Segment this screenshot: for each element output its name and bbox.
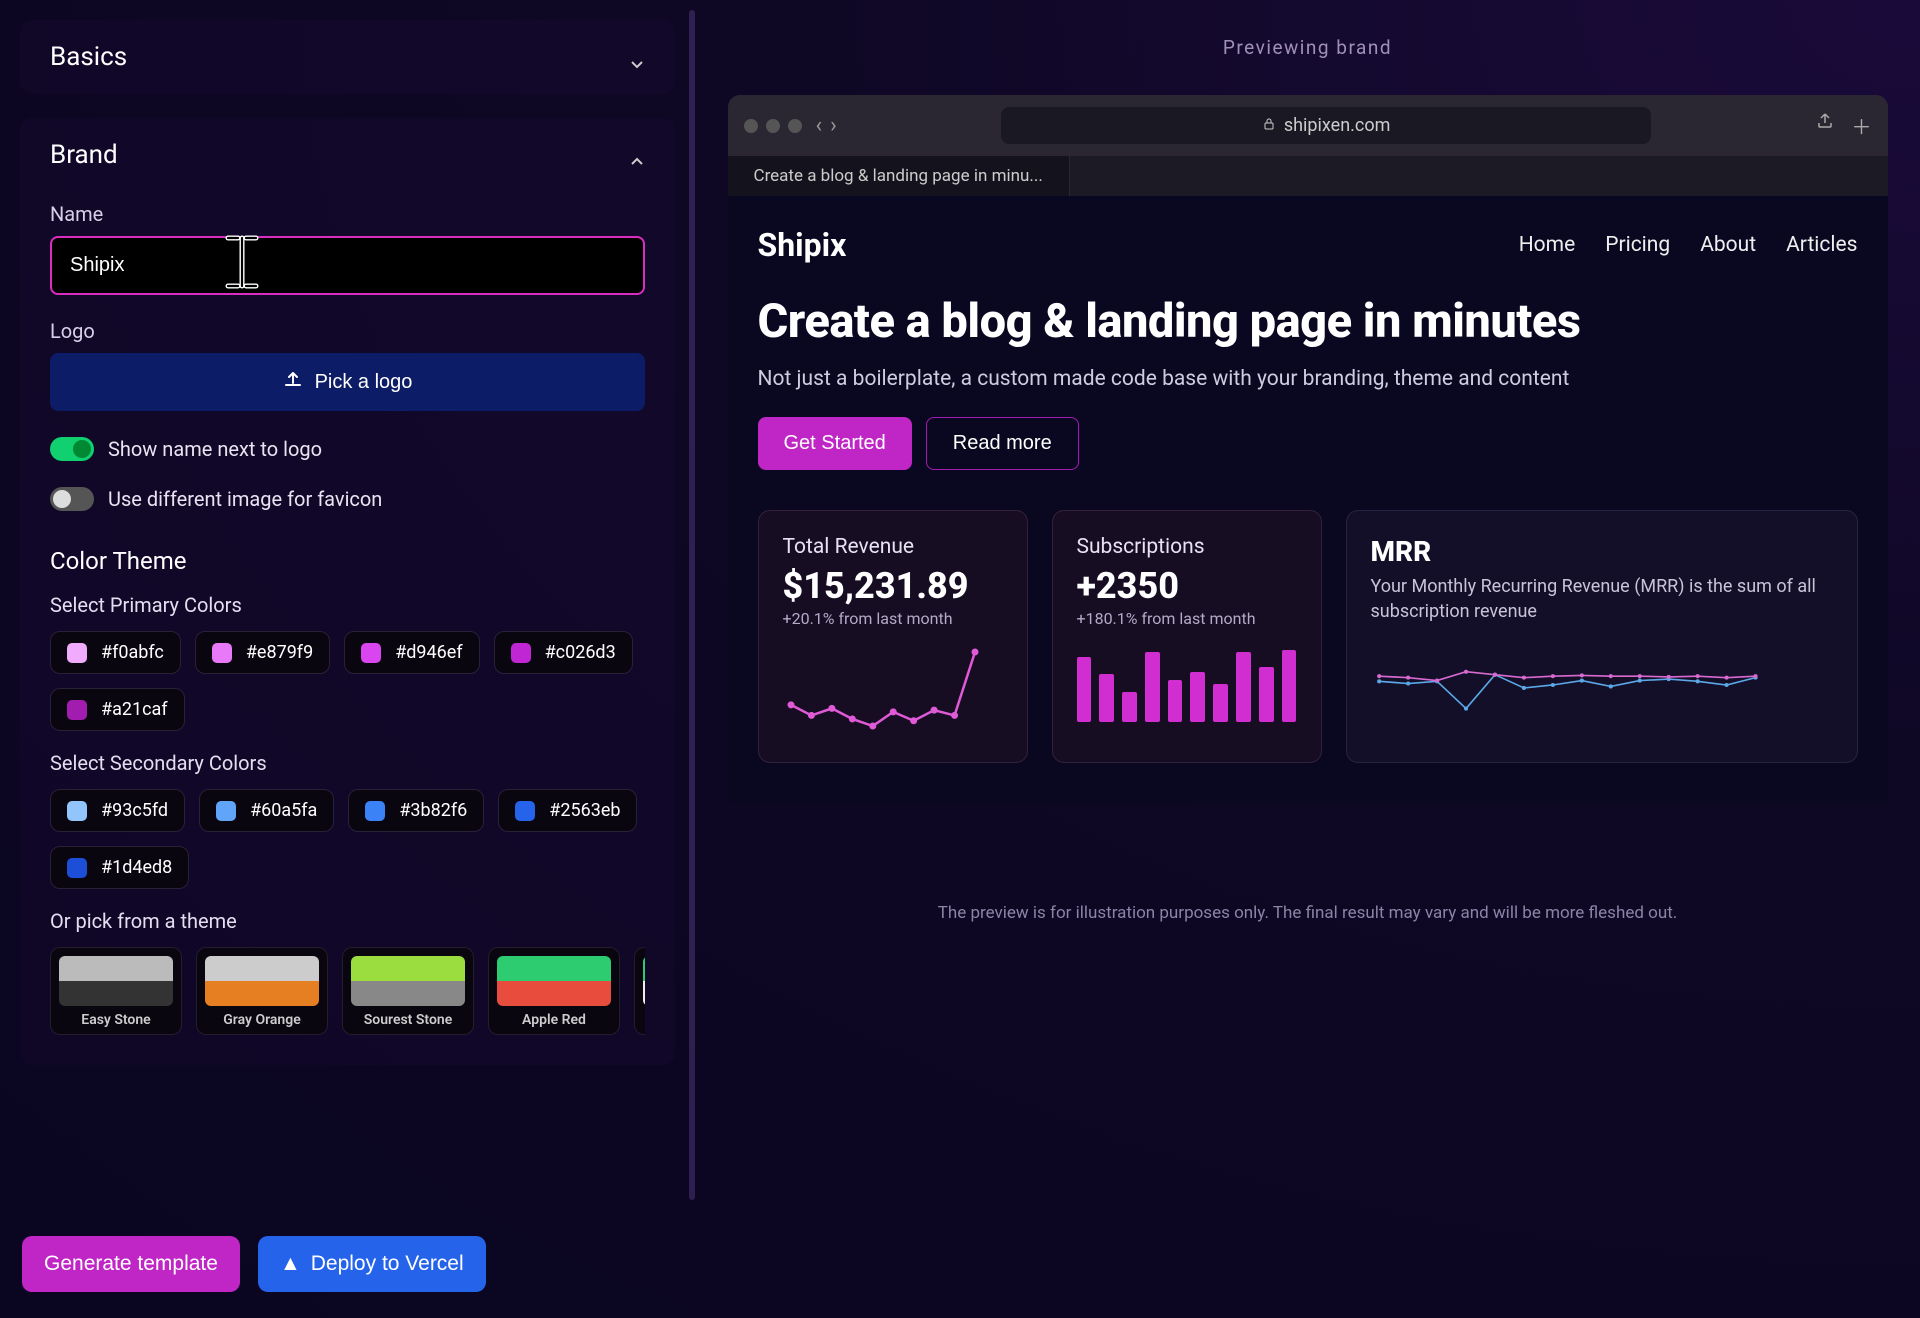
favicon-toggle[interactable] bbox=[50, 487, 94, 511]
color-chip bbox=[365, 801, 385, 821]
show-name-toggle[interactable] bbox=[50, 437, 94, 461]
theme-picker-label: Or pick from a theme bbox=[50, 909, 645, 933]
forward-icon[interactable]: › bbox=[830, 113, 837, 138]
theme-card[interactable]: Sourest Stone bbox=[342, 947, 474, 1035]
theme-card[interactable]: Gray Orange bbox=[196, 947, 328, 1035]
config-sidebar: Basics Brand Name bbox=[0, 0, 695, 1210]
color-chip bbox=[67, 700, 87, 720]
chevron-down-icon bbox=[629, 49, 645, 65]
primary-colors-label: Select Primary Colors bbox=[50, 593, 645, 617]
color-chip bbox=[67, 801, 87, 821]
site-preview: Shipix Home Pricing About Articles Create a… bbox=[728, 196, 1888, 803]
site-brand-name: Shipix bbox=[758, 226, 847, 264]
bottom-bar: Generate template ▲ Deploy to Vercel bbox=[0, 1210, 1920, 1318]
nav-link[interactable]: Pricing bbox=[1605, 233, 1670, 257]
read-more-button[interactable]: Read more bbox=[926, 417, 1079, 470]
color-swatch[interactable]: #d946ef bbox=[344, 631, 479, 674]
hero-subtitle: Not just a boilerplate, a custom made co… bbox=[758, 367, 1858, 391]
brand-panel: Brand Name Logo bbox=[20, 118, 675, 1065]
url-bar[interactable]: shipixen.com bbox=[1001, 107, 1651, 144]
browser-preview: ‹ › shipixen.com ＋ Create a blog bbox=[728, 95, 1888, 803]
color-swatch[interactable]: #1d4ed8 bbox=[50, 846, 189, 889]
preview-label: Previewing brand bbox=[1223, 36, 1392, 59]
upload-icon bbox=[283, 369, 303, 395]
minimize-icon[interactable] bbox=[766, 119, 780, 133]
color-theme-title: Color Theme bbox=[50, 547, 645, 575]
secondary-swatches: #93c5fd #60a5fa #3b82f6 #2563eb #1d4ed8 bbox=[50, 789, 645, 889]
color-chip bbox=[515, 801, 535, 821]
site-nav: Home Pricing About Articles bbox=[1519, 233, 1858, 257]
preview-pane: Previewing brand ‹ › shipixen.com bbox=[695, 0, 1920, 1210]
back-icon[interactable]: ‹ bbox=[816, 113, 823, 138]
color-chip bbox=[216, 801, 236, 821]
subscriptions-card: Subscriptions +2350 +180.1% from last mo… bbox=[1052, 510, 1322, 763]
color-chip bbox=[361, 643, 381, 663]
brand-name-input[interactable] bbox=[50, 236, 645, 295]
new-tab-icon[interactable]: ＋ bbox=[1852, 111, 1872, 140]
revenue-sparkline bbox=[783, 644, 983, 734]
show-name-label: Show name next to logo bbox=[108, 437, 322, 461]
traffic-lights bbox=[744, 119, 802, 133]
favicon-label: Use different image for favicon bbox=[108, 487, 382, 511]
color-chip bbox=[511, 643, 531, 663]
secondary-colors-label: Select Secondary Colors bbox=[50, 751, 645, 775]
basics-panel[interactable]: Basics bbox=[20, 20, 675, 94]
mrr-chart bbox=[1371, 640, 1764, 730]
vercel-icon: ▲ bbox=[280, 1252, 301, 1276]
close-icon[interactable] bbox=[744, 119, 758, 133]
share-icon[interactable] bbox=[1816, 111, 1834, 140]
chevron-up-icon bbox=[629, 147, 645, 163]
deploy-vercel-button[interactable]: ▲ Deploy to Vercel bbox=[258, 1236, 486, 1292]
color-swatch[interactable]: #e879f9 bbox=[195, 631, 330, 674]
subscriptions-bars bbox=[1077, 646, 1297, 722]
hero-title: Create a blog & landing page in minutes bbox=[758, 294, 1858, 349]
basics-title: Basics bbox=[50, 42, 127, 72]
preview-footer-note: The preview is for illustration purposes… bbox=[938, 903, 1678, 923]
color-swatch[interactable]: #3b82f6 bbox=[348, 789, 484, 832]
maximize-icon[interactable] bbox=[788, 119, 802, 133]
get-started-button[interactable]: Get Started bbox=[758, 417, 912, 470]
logo-label: Logo bbox=[50, 319, 645, 343]
browser-tab[interactable]: Create a blog & landing page in minu... bbox=[728, 156, 1070, 196]
theme-card[interactable]: Easy Stone bbox=[50, 947, 182, 1035]
color-chip bbox=[67, 643, 87, 663]
color-chip bbox=[67, 858, 87, 878]
color-swatch[interactable]: #93c5fd bbox=[50, 789, 185, 832]
lock-icon bbox=[1262, 115, 1276, 136]
color-swatch[interactable]: #60a5fa bbox=[199, 789, 334, 832]
revenue-card: Total Revenue $15,231.89 +20.1% from las… bbox=[758, 510, 1028, 763]
color-swatch[interactable]: #c026d3 bbox=[494, 631, 633, 674]
nav-link[interactable]: Home bbox=[1519, 233, 1576, 257]
theme-list: Easy StoneGray OrangeSourest StoneApple … bbox=[50, 947, 645, 1035]
primary-swatches: #f0abfc #e879f9 #d946ef #c026d3 #a21caf bbox=[50, 631, 645, 731]
pick-logo-button[interactable]: Pick a logo bbox=[50, 353, 645, 411]
generate-template-button[interactable]: Generate template bbox=[22, 1236, 240, 1292]
name-label: Name bbox=[50, 202, 645, 226]
color-swatch[interactable]: #f0abfc bbox=[50, 631, 181, 674]
theme-card[interactable]: Expens bbox=[634, 947, 645, 1035]
color-chip bbox=[212, 643, 232, 663]
nav-link[interactable]: About bbox=[1700, 233, 1756, 257]
brand-panel-header[interactable]: Brand bbox=[20, 118, 675, 192]
nav-link[interactable]: Articles bbox=[1786, 233, 1857, 257]
mrr-card: MRR Your Monthly Recurring Revenue (MRR)… bbox=[1346, 510, 1858, 763]
color-swatch[interactable]: #2563eb bbox=[498, 789, 637, 832]
theme-card[interactable]: Apple Red bbox=[488, 947, 620, 1035]
brand-title: Brand bbox=[50, 140, 118, 170]
color-swatch[interactable]: #a21caf bbox=[50, 688, 185, 731]
